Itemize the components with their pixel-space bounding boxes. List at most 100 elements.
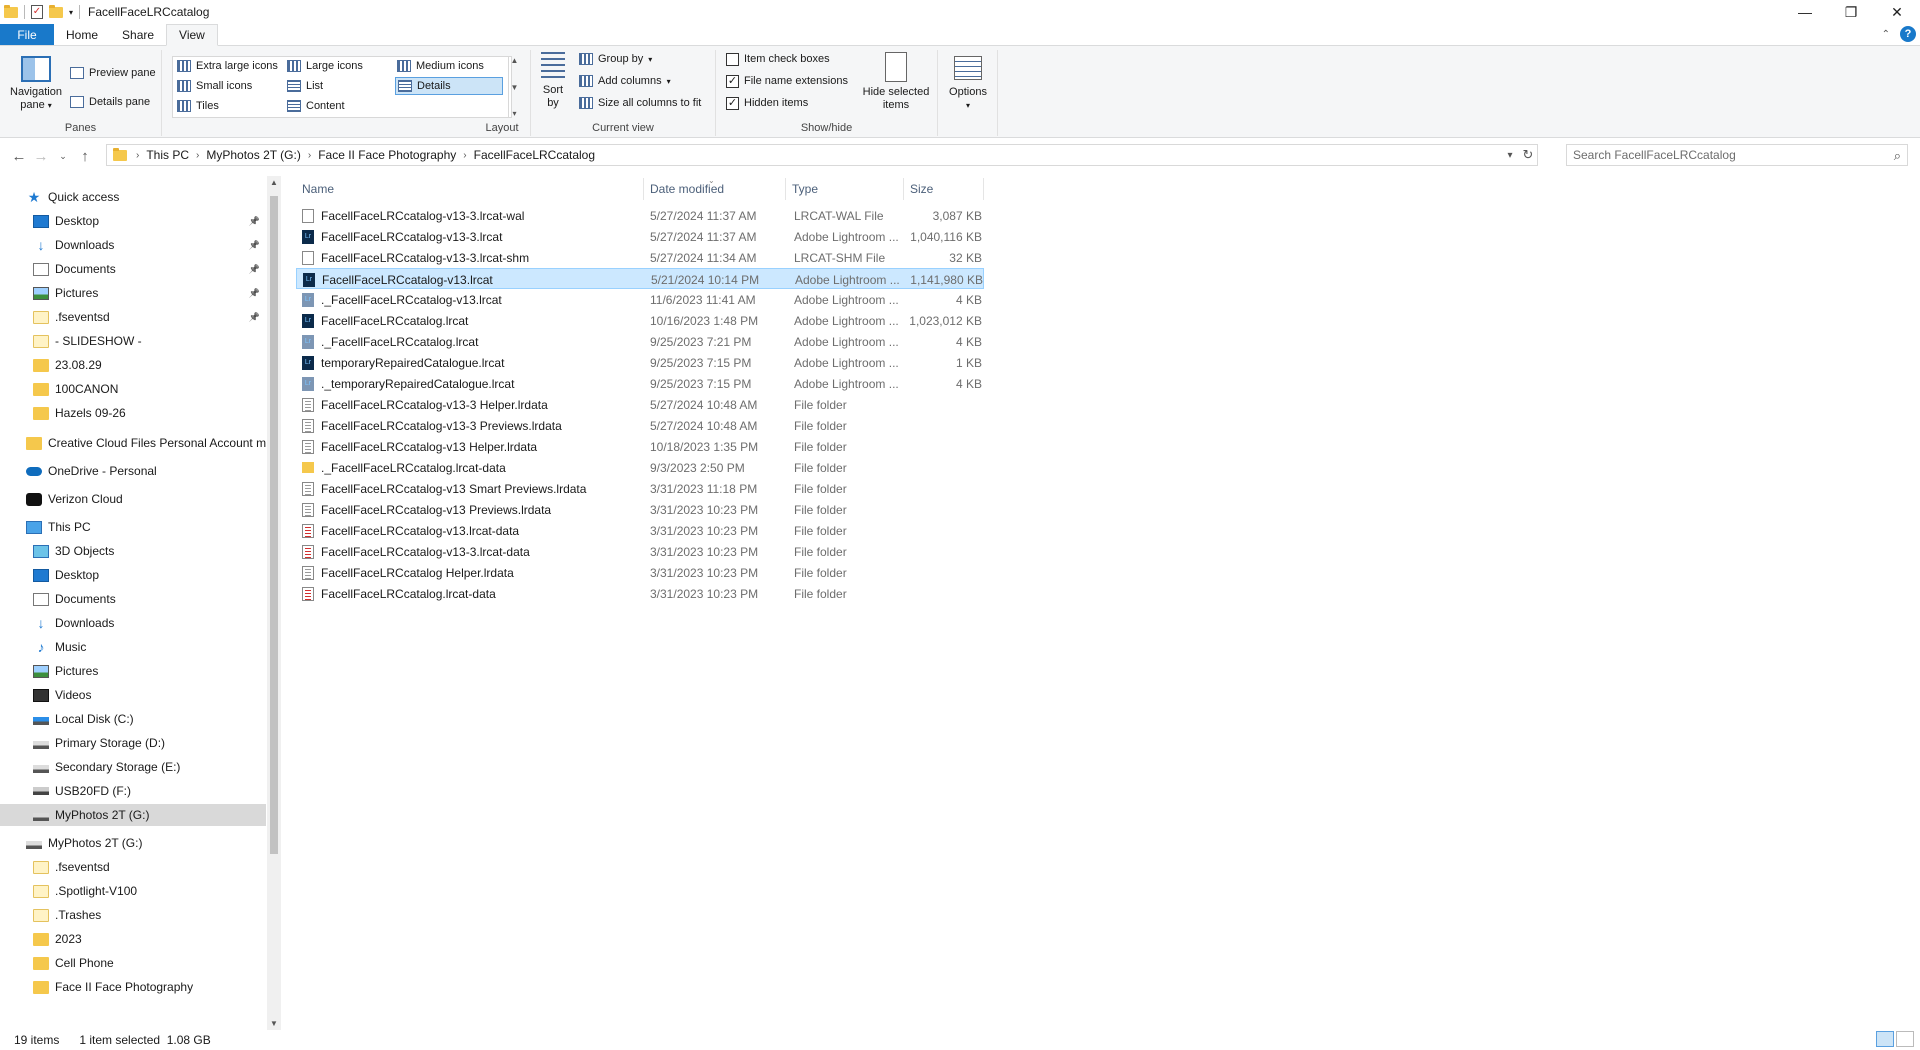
file-row[interactable]: FacellFaceLRCcatalog-v13.lrcat-data 3/31/…	[296, 520, 984, 541]
address-history-dropdown-icon[interactable]: ▾	[1501, 150, 1519, 161]
nav-item[interactable]: Pictures	[0, 660, 266, 682]
nav-item[interactable]: Desktop 📌	[0, 210, 266, 232]
nav-item[interactable]: 3D Objects	[0, 540, 266, 562]
layout-list[interactable]: List	[287, 77, 323, 95]
file-row[interactable]: FacellFaceLRCcatalog-v13-3.lrcat-wal 5/27…	[296, 205, 984, 226]
nav-item[interactable]: OneDrive - Personal	[0, 460, 266, 482]
tab-view[interactable]: View	[166, 24, 218, 46]
minimize-button[interactable]: —	[1782, 0, 1828, 24]
breadcrumb-this-pc[interactable]: This PC	[142, 148, 193, 162]
nav-item[interactable]: Primary Storage (D:)	[0, 732, 266, 754]
column-header-size[interactable]: Size	[904, 178, 984, 200]
layout-details[interactable]: Details	[395, 77, 503, 95]
nav-pane-scrollbar[interactable]: ▲ ▼	[267, 176, 281, 1030]
nav-item[interactable]: ★ Quick access	[0, 186, 266, 208]
file-row[interactable]: FacellFaceLRCcatalog-v13-3.lrcat-shm 5/27…	[296, 247, 984, 268]
close-button[interactable]: ✕	[1874, 0, 1920, 24]
pin-icon[interactable]: 📌	[249, 312, 260, 323]
file-row[interactable]: FacellFaceLRCcatalog-v13-3.lrcat-data 3/3…	[296, 541, 984, 562]
nav-item[interactable]: .fseventsd 📌	[0, 306, 266, 328]
address-bar[interactable]: › This PC › MyPhotos 2T (G:) › Face II F…	[106, 144, 1538, 166]
chevron-right-icon[interactable]: ›	[133, 150, 142, 161]
column-header-name[interactable]: Name	[296, 178, 644, 200]
nav-item[interactable]: Verizon Cloud	[0, 488, 266, 510]
layout-gallery-scroll[interactable]: ▲ ▼ ▾	[508, 56, 520, 118]
file-row[interactable]: Lr temporaryRepairedCatalogue.lrcat 9/25/2…	[296, 352, 984, 373]
nav-item[interactable]: Pictures 📌	[0, 282, 266, 304]
chevron-up-icon[interactable]: ▲	[511, 56, 519, 65]
file-row[interactable]: FacellFaceLRCcatalog-v13 Helper.lrdata 10…	[296, 436, 984, 457]
nav-item[interactable]: This PC	[0, 516, 266, 538]
nav-item[interactable]: ↓ Downloads 📌	[0, 234, 266, 256]
pin-icon[interactable]: 📌	[249, 216, 260, 227]
nav-item[interactable]: Creative Cloud Files Personal Account mu	[0, 432, 266, 454]
chevron-right-icon[interactable]: ›	[305, 150, 314, 161]
file-row[interactable]: FacellFaceLRCcatalog-v13 Previews.lrdata…	[296, 499, 984, 520]
pin-icon[interactable]: 📌	[249, 288, 260, 299]
up-button[interactable]: ↑	[74, 148, 96, 165]
scrollbar-thumb[interactable]	[270, 196, 278, 854]
nav-item[interactable]: Cell Phone	[0, 952, 266, 974]
nav-item[interactable]: ↓ Downloads	[0, 612, 266, 634]
file-row[interactable]: Lr ._FacellFaceLRCcatalog-v13.lrcat 11/6/2…	[296, 289, 984, 310]
nav-item[interactable]: USB20FD (F:)	[0, 780, 266, 802]
nav-item[interactable]: MyPhotos 2T (G:)	[0, 804, 266, 826]
nav-item[interactable]: Videos	[0, 684, 266, 706]
file-name-extensions-checkbox[interactable]: ✓ File name extensions	[726, 72, 848, 90]
file-row[interactable]: Lr FacellFaceLRCcatalog-v13.lrcat 5/21/202…	[296, 268, 984, 289]
hidden-items-checkbox[interactable]: ✓ Hidden items	[726, 94, 808, 112]
size-all-columns-button[interactable]: Size all columns to fit	[579, 94, 701, 112]
nav-item[interactable]: - SLIDESHOW -	[0, 330, 266, 352]
column-header-type[interactable]: Type	[786, 178, 904, 200]
item-check-boxes-checkbox[interactable]: Item check boxes	[726, 50, 830, 68]
recent-locations-button[interactable]: ⌄	[52, 151, 74, 162]
tab-share[interactable]: Share	[110, 24, 166, 45]
layout-content[interactable]: Content	[287, 97, 345, 115]
nav-item[interactable]: Hazels 09-26	[0, 402, 266, 424]
file-row[interactable]: FacellFaceLRCcatalog-v13-3 Helper.lrdata…	[296, 394, 984, 415]
nav-item[interactable]: ♪ Music	[0, 636, 266, 658]
nav-item[interactable]: Secondary Storage (E:)	[0, 756, 266, 778]
scroll-down-icon[interactable]: ▼	[267, 1019, 281, 1028]
checkbox-checked-icon[interactable]: ✓	[726, 96, 739, 110]
file-row[interactable]: FacellFaceLRCcatalog-v13-3 Previews.lrda…	[296, 415, 984, 436]
help-icon[interactable]: ?	[1900, 26, 1916, 42]
scroll-up-icon[interactable]: ▲	[267, 178, 281, 187]
hide-selected-items-button[interactable]: Hide selected items	[858, 52, 934, 112]
forward-button[interactable]: →	[30, 148, 52, 165]
collapse-ribbon-icon[interactable]: ⌃	[1882, 29, 1890, 40]
chevron-down-icon[interactable]: ▼	[511, 83, 519, 92]
breadcrumb-current[interactable]: FacellFaceLRCcatalog	[470, 148, 599, 162]
details-pane-button[interactable]: Details pane	[70, 93, 150, 111]
nav-item[interactable]: 2023	[0, 928, 266, 950]
nav-item[interactable]: .fseventsd	[0, 856, 266, 878]
nav-item[interactable]: Documents	[0, 588, 266, 610]
nav-item[interactable]: .Spotlight-V100	[0, 880, 266, 902]
file-row[interactable]: FacellFaceLRCcatalog-v13 Smart Previews.…	[296, 478, 984, 499]
details-view-toggle-icon[interactable]	[1876, 1031, 1894, 1047]
file-row[interactable]: Lr FacellFaceLRCcatalog-v13-3.lrcat 5/27/2…	[296, 226, 984, 247]
layout-tiles[interactable]: Tiles	[177, 97, 219, 115]
layout-small-icons[interactable]: Small icons	[177, 77, 252, 95]
file-row[interactable]: Lr ._FacellFaceLRCcatalog.lrcat 9/25/2023 …	[296, 331, 984, 352]
new-folder-icon[interactable]	[49, 4, 63, 18]
sort-by-button[interactable]: Sort by	[539, 52, 567, 110]
nav-item[interactable]: .Trashes	[0, 904, 266, 926]
checkbox-checked-icon[interactable]: ✓	[726, 74, 739, 88]
nav-item[interactable]: 23.08.29	[0, 354, 266, 376]
nav-item[interactable]: Face II Face Photography	[0, 976, 266, 998]
nav-item[interactable]: Local Disk (C:)	[0, 708, 266, 730]
breadcrumb-drive[interactable]: MyPhotos 2T (G:)	[202, 148, 304, 162]
add-columns-button[interactable]: Add columns ▾	[579, 72, 671, 90]
back-button[interactable]: ←	[8, 148, 30, 165]
file-row[interactable]: Lr ._temporaryRepairedCatalogue.lrcat 9/25…	[296, 373, 984, 394]
file-row[interactable]: Lr FacellFaceLRCcatalog.lrcat 10/16/2023 1…	[296, 310, 984, 331]
refresh-icon[interactable]: ↻	[1519, 147, 1537, 163]
pin-icon[interactable]: 📌	[249, 240, 260, 251]
properties-icon[interactable]: ✓	[31, 5, 43, 19]
layout-medium-icons[interactable]: Medium icons	[397, 57, 484, 75]
navigation-pane-button[interactable]: Navigation pane ▾	[6, 56, 66, 112]
file-row[interactable]: FacellFaceLRCcatalog Helper.lrdata 3/31/2…	[296, 562, 984, 583]
file-row[interactable]: ._FacellFaceLRCcatalog.lrcat-data 9/3/202…	[296, 457, 984, 478]
search-icon[interactable]: ⌕	[1894, 148, 1901, 164]
